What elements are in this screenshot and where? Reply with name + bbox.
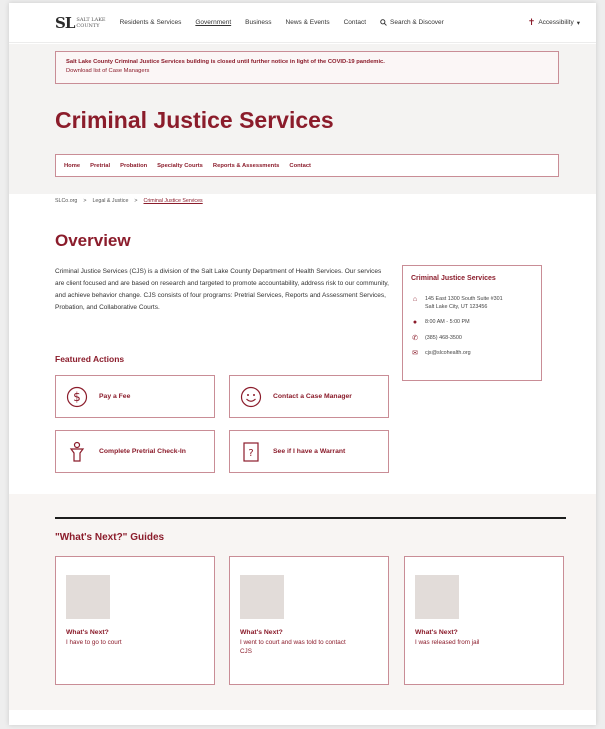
page-title: Criminal Justice Services [55, 107, 334, 133]
overview-heading: Overview [55, 231, 131, 250]
contact-phone[interactable]: ✆ (385) 468-3500 [411, 335, 533, 343]
guide-text: I was released from jail [415, 639, 480, 646]
nav-government[interactable]: Government [195, 19, 231, 26]
svg-text:$: $ [73, 390, 81, 404]
guides-heading: "What's Next?" Guides [55, 532, 165, 543]
alert-message: Salt Lake County Criminal Justice Servic… [66, 59, 385, 65]
chevron-right-icon: > [83, 198, 87, 204]
breadcrumb-current[interactable]: Criminal Justice Services [144, 198, 203, 204]
dollar-icon: $ [66, 386, 88, 408]
featured-heading: Featured Actions [55, 354, 125, 364]
pay-fee-button[interactable]: $ Pay a Fee [55, 375, 215, 418]
nav-contact[interactable]: Contact [344, 19, 366, 26]
warrant-check-button[interactable]: ? See if I have a Warrant [229, 430, 389, 473]
tab-contact[interactable]: Contact [289, 163, 311, 169]
case-managers-link[interactable]: Download list of Case Managers [66, 67, 548, 76]
covid-alert: Salt Lake County Criminal Justice Servic… [55, 51, 559, 84]
guide-card[interactable]: What's Next? I went to court and was tol… [229, 556, 389, 685]
guide-text: I have to go to court [66, 639, 122, 646]
accessibility-label: Accessibility [538, 19, 574, 26]
guide-image-placeholder [66, 575, 110, 619]
pretrial-checkin-button[interactable]: Complete Pretrial Check-In [55, 430, 215, 473]
search-icon [380, 19, 387, 26]
guide-image-placeholder [240, 575, 284, 619]
contact-email[interactable]: ✉ cjs@slcohealth.org [411, 350, 533, 358]
section-tabs: Home Pretrial Probation Specialty Courts… [55, 154, 559, 177]
contact-case-manager-button[interactable]: Contact a Case Manager [229, 375, 389, 418]
breadcrumb: SLCo.org > Legal & Justice > Criminal Ju… [55, 198, 203, 204]
accessibility-menu[interactable]: ✝ Accessibility ▾ [528, 17, 580, 28]
site-header: SL SALT LAKE COUNTY Residents & Services … [9, 3, 596, 43]
tab-specialty-courts[interactable]: Specialty Courts [157, 163, 203, 169]
search-button[interactable]: Search & Discover [380, 19, 444, 26]
guide-card[interactable]: What's Next? I have to go to court [55, 556, 215, 685]
chevron-down-icon: ▾ [576, 19, 580, 27]
phone-icon: ✆ [412, 334, 418, 342]
guide-question: What's Next? [240, 629, 283, 636]
breadcrumb-home[interactable]: SLCo.org [55, 198, 77, 204]
clock-icon: ● [412, 319, 418, 326]
guide-text: I went to court and was told to contact … [240, 639, 346, 655]
question-document-icon: ? [240, 441, 262, 463]
tab-reports-assessments[interactable]: Reports & Assessments [213, 163, 279, 169]
svg-text:?: ? [248, 448, 253, 459]
search-label: Search & Discover [390, 19, 444, 26]
contact-address: ⌂ 145 East 1300 South Suite #301 Salt Lak… [412, 296, 503, 310]
nav-news-events[interactable]: News & Events [286, 19, 330, 26]
logo-mark: SL [55, 13, 75, 32]
contact-title: Criminal Justice Services [411, 275, 496, 282]
nav-business[interactable]: Business [245, 19, 271, 26]
breadcrumb-legal[interactable]: Legal & Justice [92, 198, 128, 204]
chevron-right-icon: > [134, 198, 138, 204]
logo-text: SALT LAKE COUNTY [76, 16, 106, 29]
county-logo[interactable]: SL SALT LAKE COUNTY [55, 14, 106, 32]
guide-question: What's Next? [66, 629, 109, 636]
tab-probation[interactable]: Probation [120, 163, 147, 169]
accessibility-icon: ✝ [527, 17, 536, 27]
smiley-icon [240, 386, 262, 408]
nav-residents[interactable]: Residents & Services [120, 19, 182, 26]
section-divider [55, 517, 566, 519]
tab-pretrial[interactable]: Pretrial [90, 163, 110, 169]
home-icon: ⌂ [412, 296, 418, 303]
page: SL SALT LAKE COUNTY Residents & Services … [9, 3, 596, 725]
guide-question: What's Next? [415, 629, 458, 636]
guide-image-placeholder [415, 575, 459, 619]
guide-card[interactable]: What's Next? I was released from jail [404, 556, 564, 685]
tab-home[interactable]: Home [64, 163, 80, 169]
contact-hours: ● 8:00 AM - 5:00 PM [412, 319, 470, 326]
main-nav: Residents & Services Government Business… [120, 19, 444, 26]
overview-text: Criminal Justice Services (CJS) is a div… [55, 268, 389, 311]
contact-card: Criminal Justice Services ⌂ 145 East 130… [402, 265, 542, 381]
person-icon [66, 441, 88, 463]
mail-icon: ✉ [412, 350, 418, 357]
